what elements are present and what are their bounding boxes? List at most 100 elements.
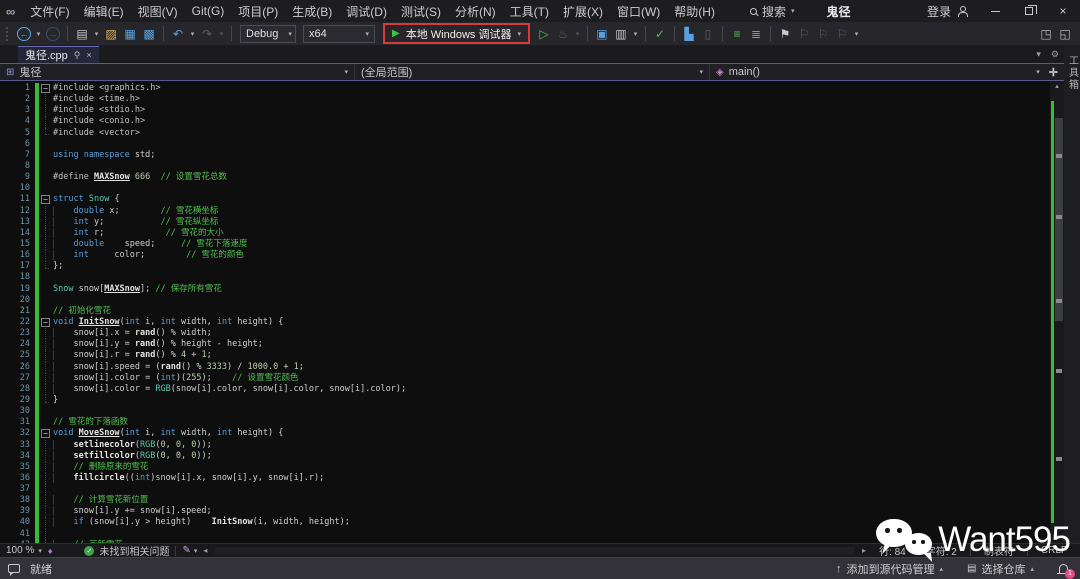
menu-item-8[interactable]: 分析(N) [448,1,503,22]
close-button[interactable]: × [1046,0,1080,22]
vertical-scrollbar[interactable]: ▲ ▼ [1050,81,1064,543]
zoom-control[interactable]: 100 % ▾ [6,545,42,556]
health-indicator-icon[interactable]: ♦ [48,546,53,556]
nav-back-caret[interactable]: ▾ [34,24,43,43]
menu-item-9[interactable]: 工具(T) [503,1,556,22]
code-line[interactable]: int color; // 雪花的颜色 [40,250,1050,261]
code-line[interactable]: #include <stdio.h> [40,105,1050,116]
code-line[interactable] [40,406,1050,417]
undo-icon[interactable]: ↶ [169,24,187,43]
scroll-up-icon[interactable]: ▲ [1050,81,1064,92]
code-line[interactable]: double x; // 雪花横坐标 [40,206,1050,217]
nav-back-icon[interactable]: ← [17,27,31,41]
send-feedback-icon[interactable]: ◳ [1037,24,1055,43]
scroll-left-icon[interactable]: ◂ [203,546,207,555]
open-file-icon[interactable]: ▨ [102,24,120,43]
clear-bookmarks-icon[interactable]: ⚐ [833,24,851,43]
hot-reload-caret[interactable]: ▾ [573,24,582,43]
code-line[interactable]: double speed; // 雪花下落速度 [40,239,1050,250]
code-line[interactable]: // 雪花的下落函数 [40,417,1050,428]
code-line[interactable]: int y; // 雪花纵坐标 [40,217,1050,228]
search-box[interactable]: 搜索 ▾ [744,1,801,22]
solution-configuration-combo[interactable]: Debug ▾ [240,25,296,43]
duplicate-code-icon[interactable]: ▯ [699,24,717,43]
pin-icon[interactable]: ⚲ [74,50,81,61]
code-line[interactable]: // 计算雪花新位置 [40,495,1050,506]
code-line[interactable] [40,295,1050,306]
save-all-icon[interactable]: ▩ [140,24,158,43]
solution-platform-combo[interactable]: x64 ▾ [303,25,375,43]
code-line[interactable] [40,183,1050,194]
menu-item-0[interactable]: 文件(F) [23,1,76,22]
code-line[interactable] [40,272,1050,283]
toolbox-tab[interactable]: 工具箱 [1065,55,1080,91]
split-editor-icon[interactable]: ✛ [1045,66,1058,79]
code-line[interactable]: snow[i].y = rand() % height - height; [40,339,1050,350]
code-line[interactable]: #include <conio.h> [40,116,1050,127]
code-line[interactable]: snow[i].x = rand() % width; [40,328,1050,339]
menu-item-2[interactable]: 视图(V) [131,1,185,22]
code-line[interactable]: // 删除原来的雪花 [40,462,1050,473]
take-survey-icon[interactable]: ◱ [1056,24,1074,43]
code-line[interactable]: using namespace std; [40,150,1050,161]
nav-forward-icon[interactable]: → [46,27,60,41]
menu-item-10[interactable]: 扩展(X) [556,1,610,22]
member-dropdown[interactable]: ◈ main() ▾ ✛ [709,64,1064,80]
code-line[interactable]: #define MAXSnow 666 // 设置雪花总数 [40,172,1050,183]
tab-options-gear-icon[interactable]: ⚙ [1046,49,1064,60]
sign-in-button[interactable]: 登录 [917,3,978,20]
menu-item-1[interactable]: 编辑(E) [77,1,131,22]
redo-caret[interactable]: ▾ [217,24,226,43]
save-icon[interactable]: ▦ [121,24,139,43]
code-line[interactable]: fillcircle((int)snow[i].x, snow[i].y, sn… [40,473,1050,484]
restore-button[interactable] [1012,0,1046,22]
code-line[interactable]: snow[i].speed = (rand() % 3333) / 1000.0… [40,362,1050,373]
undo-caret[interactable]: ▾ [188,24,197,43]
close-tab-icon[interactable]: × [86,50,91,60]
fold-collapse-icon[interactable]: − [40,194,53,205]
menu-item-5[interactable]: 生成(B) [285,1,339,22]
uncomment-selection-icon[interactable]: ≣ [747,24,765,43]
code-line[interactable]: int r; // 雪花的大小 [40,228,1050,239]
toolbar-grip[interactable] [6,27,10,41]
issues-indicator[interactable]: ✓ 未找到相关问题 [84,543,169,558]
menu-item-12[interactable]: 帮助(H) [667,1,722,22]
code-line[interactable]: #include <vector> [40,128,1050,139]
code-line[interactable]: snow[i].color = (int)(255); // 设置雪花颜色 [40,373,1050,384]
hot-reload-icon[interactable]: ♨ [554,24,572,43]
new-project-icon[interactable]: ▤ [73,24,91,43]
code-line[interactable]: −struct Snow { [40,194,1050,205]
menu-item-4[interactable]: 项目(P) [231,1,285,22]
solution-sync-icon[interactable]: ▥ [612,24,630,43]
toggle-bookmark-icon[interactable]: ⚑ [776,24,794,43]
feedback-bubble-icon[interactable] [8,564,20,573]
next-bookmark-icon[interactable]: ⚐ [814,24,832,43]
solution-sync-caret[interactable]: ▾ [631,24,640,43]
code-line[interactable]: snow[i].color = RGB(snow[i].color, snow[… [40,384,1050,395]
fold-collapse-icon[interactable]: − [40,83,53,94]
code-line[interactable]: Snow snow[MAXSnow]; // 保存所有雪花 [40,284,1050,295]
code-line[interactable] [40,484,1050,495]
code-line[interactable] [40,161,1050,172]
code-line[interactable]: #include <time.h> [40,94,1050,105]
scrollbar-thumb[interactable] [1055,118,1063,320]
code-line[interactable]: setlinecolor(RGB(0, 0, 0)); [40,440,1050,451]
code-line[interactable]: −#include <graphics.h> [40,83,1050,94]
code-cleanup-button[interactable]: ✎▾ [182,545,197,556]
code-editor[interactable]: 1234567891011121314151617181920212223242… [0,81,1064,543]
comment-selection-icon[interactable]: ≡ [728,24,746,43]
new-project-caret[interactable]: ▾ [92,24,101,43]
code-line[interactable]: // 初始化雪花 [40,306,1050,317]
fold-collapse-icon[interactable]: − [40,428,53,439]
code-line[interactable]: −void MoveSnow(int i, int width, int hei… [40,428,1050,439]
bookmark-caret[interactable]: ▾ [852,24,861,43]
code-line[interactable]: setfillcolor(RGB(0, 0, 0)); [40,451,1050,462]
menu-item-11[interactable]: 窗口(W) [610,1,667,22]
project-dropdown[interactable]: ⊞ 鬼径 ▾ [0,64,354,80]
scrollbar-track[interactable] [1050,92,1064,532]
prev-bookmark-icon[interactable]: ⚐ [795,24,813,43]
minimize-button[interactable] [978,0,1012,22]
tab-guijing-cpp[interactable]: 鬼径.cpp ⚲ × [18,46,99,63]
redo-icon[interactable]: ↷ [198,24,216,43]
code-line[interactable]: } [40,395,1050,406]
